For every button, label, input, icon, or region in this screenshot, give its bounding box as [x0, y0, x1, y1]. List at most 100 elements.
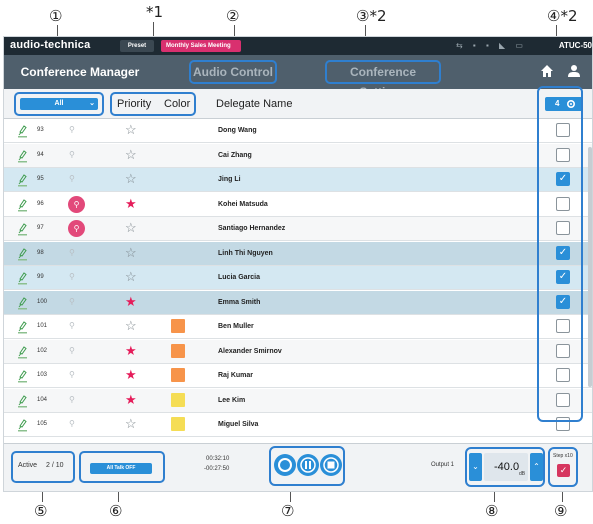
priority-star-icon[interactable]: ☆: [125, 416, 137, 432]
row-checkbox[interactable]: ✓: [556, 294, 570, 309]
row-checkbox[interactable]: ✓: [556, 270, 570, 284]
row-checkbox[interactable]: ✓: [556, 172, 570, 186]
row-checkbox[interactable]: [556, 196, 570, 211]
selected-count-button[interactable]: 4: [545, 97, 583, 111]
remaining-time: -00:27:50: [204, 466, 230, 472]
volume-down-button[interactable]: ⌄: [469, 453, 482, 481]
delegate-name: Emma Smith: [218, 298, 261, 306]
talk-icon[interactable]: ⚲: [69, 321, 75, 330]
row-checkbox[interactable]: [556, 123, 570, 137]
table-row[interactable]: 96 ⚲ ★ Kohei Matsuda: [4, 192, 592, 217]
talk-icon[interactable]: ⚲: [69, 346, 75, 355]
column-header-delegate-name[interactable]: Delegate Name: [216, 98, 292, 110]
table-row[interactable]: 99 ⚲ ☆ Lucia Garcia ✓: [4, 266, 592, 290]
talk-icon[interactable]: ⚲: [68, 195, 85, 213]
microphone-icon: [18, 394, 27, 407]
color-swatch[interactable]: [171, 392, 185, 407]
column-header-priority[interactable]: Priority: [117, 98, 151, 110]
row-checkbox[interactable]: [556, 319, 570, 333]
row-checkbox[interactable]: ✓: [556, 245, 570, 260]
active-count: 2 / 10: [46, 462, 64, 469]
table-row[interactable]: 97 ⚲ ☆ Santiago Hernandez: [4, 217, 592, 241]
elapsed-time: 00:32:10: [206, 456, 230, 462]
user-icon[interactable]: [567, 64, 581, 78]
table-row[interactable]: 102 ⚲ ★ Alexander Smirnov: [4, 339, 592, 364]
tab-conference-manager[interactable]: Conference Manager: [18, 60, 142, 84]
output-label: Output 1: [431, 462, 455, 468]
record-button[interactable]: [274, 454, 296, 476]
table-row[interactable]: 104 ⚲ ★ Lee Kim: [4, 388, 592, 413]
color-swatch[interactable]: [171, 417, 185, 431]
all-talk-button[interactable]: All Talk OFF: [90, 463, 152, 474]
row-checkbox[interactable]: [556, 343, 570, 358]
main-navigation: Conference Manager Audio Control Confere…: [4, 55, 592, 99]
row-checkbox[interactable]: [556, 221, 570, 235]
delegate-filter-select[interactable]: All ⌄: [20, 98, 98, 110]
talk-icon[interactable]: ⚲: [69, 272, 75, 281]
bottom-control-bar: Active 2 / 10 All Talk OFF 00:32:10 -00:…: [4, 443, 592, 491]
stop-button[interactable]: [320, 454, 342, 476]
table-row[interactable]: 94 ⚲ ☆ Cai Zhang: [4, 143, 592, 168]
seat-number: 93: [37, 127, 44, 133]
step-checkbox[interactable]: ✓: [557, 464, 570, 477]
row-checkbox[interactable]: [556, 392, 570, 407]
color-swatch[interactable]: [171, 319, 185, 333]
tab-conference-settings[interactable]: Conference Settings: [325, 60, 441, 99]
callout-4: ④*2: [547, 7, 578, 25]
tab-audio-control[interactable]: Audio Control: [189, 60, 277, 84]
talk-icon[interactable]: ⚲: [69, 174, 75, 183]
column-header-color[interactable]: Color: [164, 98, 190, 110]
priority-star-icon[interactable]: ☆: [125, 318, 137, 334]
talk-icon[interactable]: ⚲: [69, 248, 75, 257]
priority-star-icon[interactable]: ☆: [125, 171, 137, 187]
talk-icon[interactable]: ⚲: [69, 297, 75, 306]
volume-up-button[interactable]: ⌃: [530, 453, 543, 481]
meeting-name-badge: Monthly Sales Meeting: [161, 40, 241, 52]
talk-icon[interactable]: ⚲: [69, 419, 75, 428]
priority-star-icon[interactable]: ★: [125, 196, 137, 212]
table-row[interactable]: 101 ⚲ ☆ Ben Muller: [4, 315, 592, 339]
color-swatch[interactable]: [171, 343, 185, 358]
priority-star-icon[interactable]: ☆: [125, 122, 137, 138]
talk-icon[interactable]: ⚲: [69, 370, 75, 379]
table-row[interactable]: 95 ⚲ ☆ Jing Li ✓: [4, 168, 592, 192]
priority-star-icon[interactable]: ☆: [125, 220, 137, 236]
microphone-icon: [18, 247, 27, 260]
table-row[interactable]: 103 ⚲ ★ Raj Kumar: [4, 364, 592, 388]
volume-unit: dB: [519, 471, 526, 477]
priority-star-icon[interactable]: ☆: [125, 269, 137, 285]
row-checkbox[interactable]: [556, 368, 570, 382]
pause-button[interactable]: [297, 454, 319, 476]
table-row[interactable]: 100 ⚲ ★ Emma Smith ✓: [4, 290, 592, 315]
priority-star-icon[interactable]: ★: [125, 343, 137, 359]
priority-star-icon[interactable]: ☆: [125, 245, 137, 261]
talk-icon[interactable]: ⚲: [69, 125, 75, 134]
priority-star-icon[interactable]: ☆: [125, 147, 137, 163]
seat-number: 99: [37, 274, 44, 280]
callout-6: ⑥: [109, 502, 123, 520]
priority-star-icon[interactable]: ★: [125, 367, 137, 383]
callout-7: ⑦: [281, 502, 295, 520]
row-checkbox[interactable]: [556, 417, 570, 431]
seat-number: 96: [37, 200, 44, 207]
list-header: All ⌄ Priority Color Delegate Name 4: [4, 89, 592, 119]
table-row[interactable]: 98 ⚲ ☆ Linh Thi Nguyen ✓: [4, 241, 592, 266]
priority-star-icon[interactable]: ★: [125, 294, 137, 310]
seat-number: 94: [37, 151, 44, 158]
row-checkbox[interactable]: [556, 147, 570, 162]
table-row[interactable]: 93 ⚲ ☆ Dong Wang: [4, 119, 592, 143]
table-row[interactable]: 105 ⚲ ☆ Miguel Silva: [4, 413, 592, 437]
talk-icon[interactable]: ⚲: [69, 395, 75, 404]
active-label: Active: [18, 462, 38, 469]
priority-star-icon[interactable]: ★: [125, 392, 137, 408]
seat-number: 102: [37, 347, 48, 354]
list-scrollbar[interactable]: [588, 147, 592, 387]
filter-highlight: All ⌄: [14, 92, 104, 116]
recorder-controls: [269, 446, 345, 486]
output-volume-control: ⌄ -40.0 dB ⌃: [465, 447, 545, 487]
talk-icon[interactable]: ⚲: [69, 150, 75, 159]
home-icon[interactable]: [540, 64, 554, 78]
color-swatch[interactable]: [171, 368, 185, 382]
preset-badge[interactable]: Preset: [120, 40, 154, 52]
talk-icon[interactable]: ⚲: [68, 220, 85, 237]
